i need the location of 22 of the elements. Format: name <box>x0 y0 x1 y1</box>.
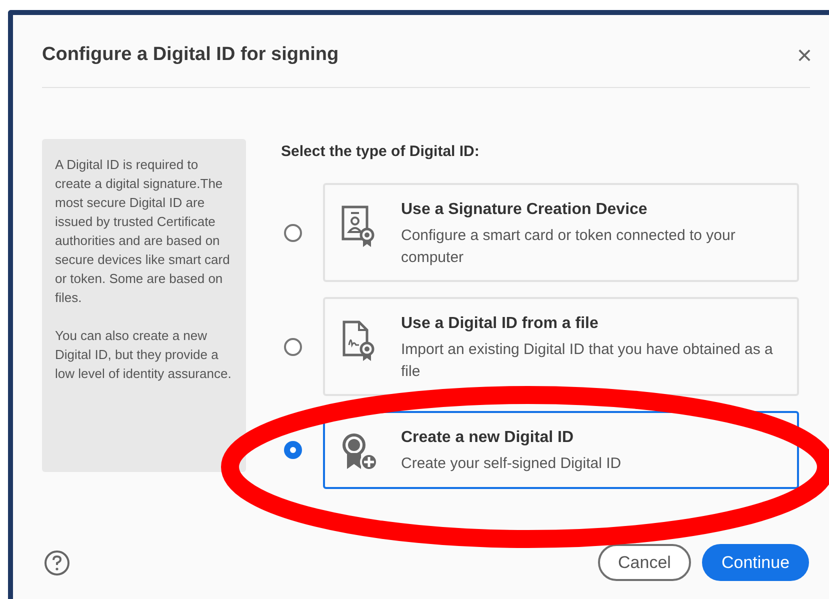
help-icon[interactable] <box>44 550 70 576</box>
option-card[interactable]: Use a Digital ID from a file Import an existing Digital ID that you have obtained as a file <box>323 297 799 396</box>
continue-button[interactable]: Continue <box>702 544 809 581</box>
option-title: Create a new Digital ID <box>401 428 574 448</box>
cancel-button[interactable]: Cancel <box>598 544 691 581</box>
option-title: Use a Digital ID from a file <box>401 314 600 334</box>
dialog-title: Configure a Digital ID for signing <box>42 43 339 67</box>
id-card-icon <box>341 205 375 249</box>
option-description: Configure a smart card or token connected to your computer <box>401 226 736 268</box>
info-text: A Digital ID is required to create a digital signature.The most secure Digital ID are issued by trusted Certificate authorities and are based on secure devices like smart card or token. Some are based on files. <box>55 156 231 306</box>
close-button[interactable]: × <box>796 42 812 68</box>
prompt-text: Select the type of Digital ID: <box>281 142 480 162</box>
option-title: Use a Signature Creation Device <box>401 200 648 220</box>
option-description: Create your self-signed Digital ID <box>401 454 622 474</box>
radio-button[interactable] <box>284 224 302 242</box>
radio-button[interactable] <box>284 441 302 459</box>
info-text: You can also create a new Digital ID, but they provide a low level of identity assurance. <box>55 326 232 382</box>
file-certificate-icon <box>341 319 375 363</box>
option-description: Import an existing Digital ID that you have obtained as a file <box>401 340 774 382</box>
radio-button[interactable] <box>284 338 302 356</box>
option-card[interactable]: Use a Signature Creation Device Configure a smart card or token connected to your computer <box>323 183 799 282</box>
option-card[interactable]: Create a new Digital ID Create your self-signed Digital ID <box>323 411 799 489</box>
